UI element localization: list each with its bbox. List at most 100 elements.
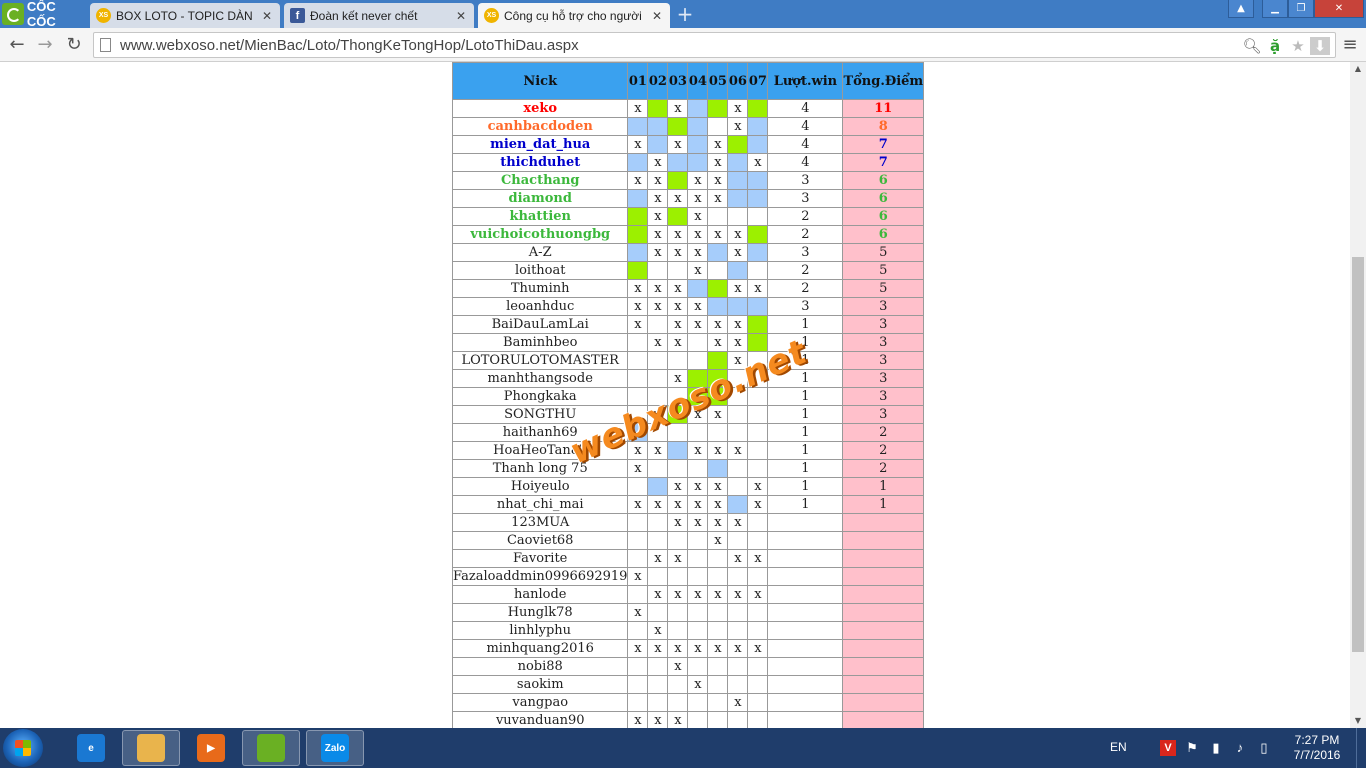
tab-cong-cu[interactable]: XS Công cụ hỗ trợ cho người ✕ bbox=[478, 3, 670, 28]
back-icon[interactable]: ← bbox=[6, 34, 28, 56]
nick-cell: loithoat bbox=[451, 261, 629, 280]
day-cell bbox=[627, 153, 649, 172]
show-desktop-button[interactable] bbox=[1356, 728, 1366, 768]
taskbar: e ▶ Zalo EN V ⚑ ▮ ♪ ▯ 7:27 PM 7/7/2016 bbox=[0, 728, 1366, 768]
day-cell bbox=[727, 567, 749, 586]
day-cell bbox=[687, 387, 709, 406]
tab-box-loto[interactable]: XS BOX LOTO - TOPIC DÀN L ✕ bbox=[90, 3, 280, 28]
network-icon[interactable]: ▮ bbox=[1208, 740, 1224, 756]
day-cell bbox=[627, 405, 649, 424]
day-cell: x bbox=[687, 171, 709, 190]
day-cell bbox=[687, 603, 709, 622]
ie-taskbar-button[interactable]: e bbox=[62, 730, 120, 766]
nick-cell: Chacthang bbox=[451, 171, 629, 190]
day-cell bbox=[727, 675, 749, 694]
table-row: vangpao x bbox=[451, 693, 925, 712]
scrollbar[interactable]: ▲ ▼ bbox=[1350, 62, 1366, 728]
day-cell: x bbox=[647, 441, 669, 460]
coccoc-logo[interactable]: CỐC CỐC bbox=[0, 0, 88, 29]
scroll-up-icon[interactable]: ▲ bbox=[1350, 62, 1366, 76]
minimize-icon[interactable]: ▁ bbox=[1262, 0, 1288, 18]
file-explorer-taskbar-button[interactable] bbox=[122, 730, 180, 766]
day-cell bbox=[667, 621, 689, 640]
day-cell bbox=[707, 657, 729, 676]
table-row: Hunglk78 x bbox=[451, 603, 925, 622]
table-row: HoaHeoTan87 x x x x x 1 2 bbox=[451, 441, 925, 460]
day-cell bbox=[647, 135, 669, 154]
day-cell bbox=[747, 225, 769, 244]
day-cell bbox=[747, 261, 769, 280]
day-cell bbox=[627, 513, 649, 532]
battery-icon[interactable]: ▯ bbox=[1256, 740, 1272, 756]
user-icon[interactable]: ▲ bbox=[1228, 0, 1254, 18]
day-cell bbox=[747, 531, 769, 550]
day-cell bbox=[707, 603, 729, 622]
header-tong-diem: Tổng.Điểm bbox=[842, 62, 925, 100]
zalo-taskbar-button[interactable]: Zalo bbox=[306, 730, 364, 766]
win-count-cell bbox=[767, 657, 844, 676]
day-cell: x bbox=[687, 639, 709, 658]
browser-toolbar: ← → ↻ www.webxoso.net/MienBac/Loto/Thong… bbox=[0, 28, 1366, 62]
win-count-cell bbox=[767, 675, 844, 694]
table-row: thichduhet x x x 4 7 bbox=[451, 153, 925, 172]
day-cell: x bbox=[687, 207, 709, 226]
nick-cell: minhquang2016 bbox=[451, 639, 629, 658]
media-player-taskbar-button[interactable]: ▶ bbox=[182, 730, 240, 766]
close-icon[interactable]: ✕ bbox=[260, 9, 274, 23]
day-cell bbox=[627, 207, 649, 226]
download-icon[interactable]: ⬇ bbox=[1310, 37, 1330, 55]
new-tab-icon[interactable]: + bbox=[676, 4, 694, 24]
coccoc-taskbar-button[interactable] bbox=[242, 730, 300, 766]
forward-icon[interactable]: → bbox=[34, 34, 56, 56]
day-cell bbox=[687, 693, 709, 712]
table-row: SONGTHU x x x 1 3 bbox=[451, 405, 925, 424]
menu-icon[interactable]: ≡ bbox=[1340, 34, 1360, 56]
day-cell: x bbox=[647, 405, 669, 424]
points-cell: 3 bbox=[842, 405, 925, 424]
day-cell bbox=[667, 423, 689, 442]
close-icon[interactable]: ✕ bbox=[650, 9, 664, 23]
loto-table: Nick 01 02 03 04 05 06 07 Lượt.win Tổng.Điểm xeko… bbox=[451, 62, 925, 728]
win-count-cell: 1 bbox=[767, 369, 844, 388]
scroll-thumb[interactable] bbox=[1352, 257, 1364, 652]
points-cell: 6 bbox=[842, 225, 925, 244]
day-cell bbox=[707, 693, 729, 712]
nick-cell: leoanhduc bbox=[451, 297, 629, 316]
day-cell bbox=[707, 207, 729, 226]
day-cell: x bbox=[687, 675, 709, 694]
points-cell: 3 bbox=[842, 333, 925, 352]
day-cell: x bbox=[627, 441, 649, 460]
scroll-down-icon[interactable]: ▼ bbox=[1350, 714, 1366, 728]
day-cell: x bbox=[667, 657, 689, 676]
nick-cell: Phongkaka bbox=[451, 387, 629, 406]
points-cell: 1 bbox=[842, 495, 925, 514]
flag-icon[interactable]: ⚑ bbox=[1184, 740, 1200, 756]
volume-icon[interactable]: ♪ bbox=[1232, 740, 1248, 756]
star-icon[interactable]: ★ bbox=[1288, 37, 1308, 55]
clock[interactable]: 7:27 PM 7/7/2016 bbox=[1286, 733, 1348, 763]
close-icon[interactable]: ✕ bbox=[454, 9, 468, 23]
address-bar[interactable]: www.webxoso.net/MienBac/Loto/ThongKeTong… bbox=[93, 32, 1336, 58]
day-cell bbox=[687, 459, 709, 478]
maximize-icon[interactable]: ❐ bbox=[1288, 0, 1314, 18]
nick-cell: Thanh long 75 bbox=[451, 459, 629, 478]
win-count-cell: 1 bbox=[767, 477, 844, 496]
start-button[interactable] bbox=[3, 729, 43, 767]
day-cell bbox=[747, 117, 769, 136]
nick-cell: haithanh69 bbox=[451, 423, 629, 442]
reload-icon[interactable]: ↻ bbox=[63, 34, 85, 56]
table-row: linhlyphu x bbox=[451, 621, 925, 640]
day-cell: x bbox=[647, 495, 669, 514]
language-indicator[interactable]: EN bbox=[1110, 740, 1127, 754]
win-count-cell: 3 bbox=[767, 297, 844, 316]
ie-icon: e bbox=[77, 734, 105, 762]
vietnamese-input-icon[interactable]: ặ bbox=[1265, 37, 1285, 55]
header-col-06: 06 bbox=[727, 62, 749, 100]
zoom-icon[interactable]: 🔍︎ bbox=[1242, 37, 1262, 55]
antivirus-icon[interactable]: V bbox=[1160, 740, 1176, 756]
tab-doan-ket[interactable]: f Đoàn kết never chết ✕ bbox=[284, 3, 474, 28]
close-window-icon[interactable]: ✕ bbox=[1314, 0, 1364, 18]
win-count-cell bbox=[767, 513, 844, 532]
day-cell bbox=[707, 279, 729, 298]
day-cell bbox=[627, 531, 649, 550]
